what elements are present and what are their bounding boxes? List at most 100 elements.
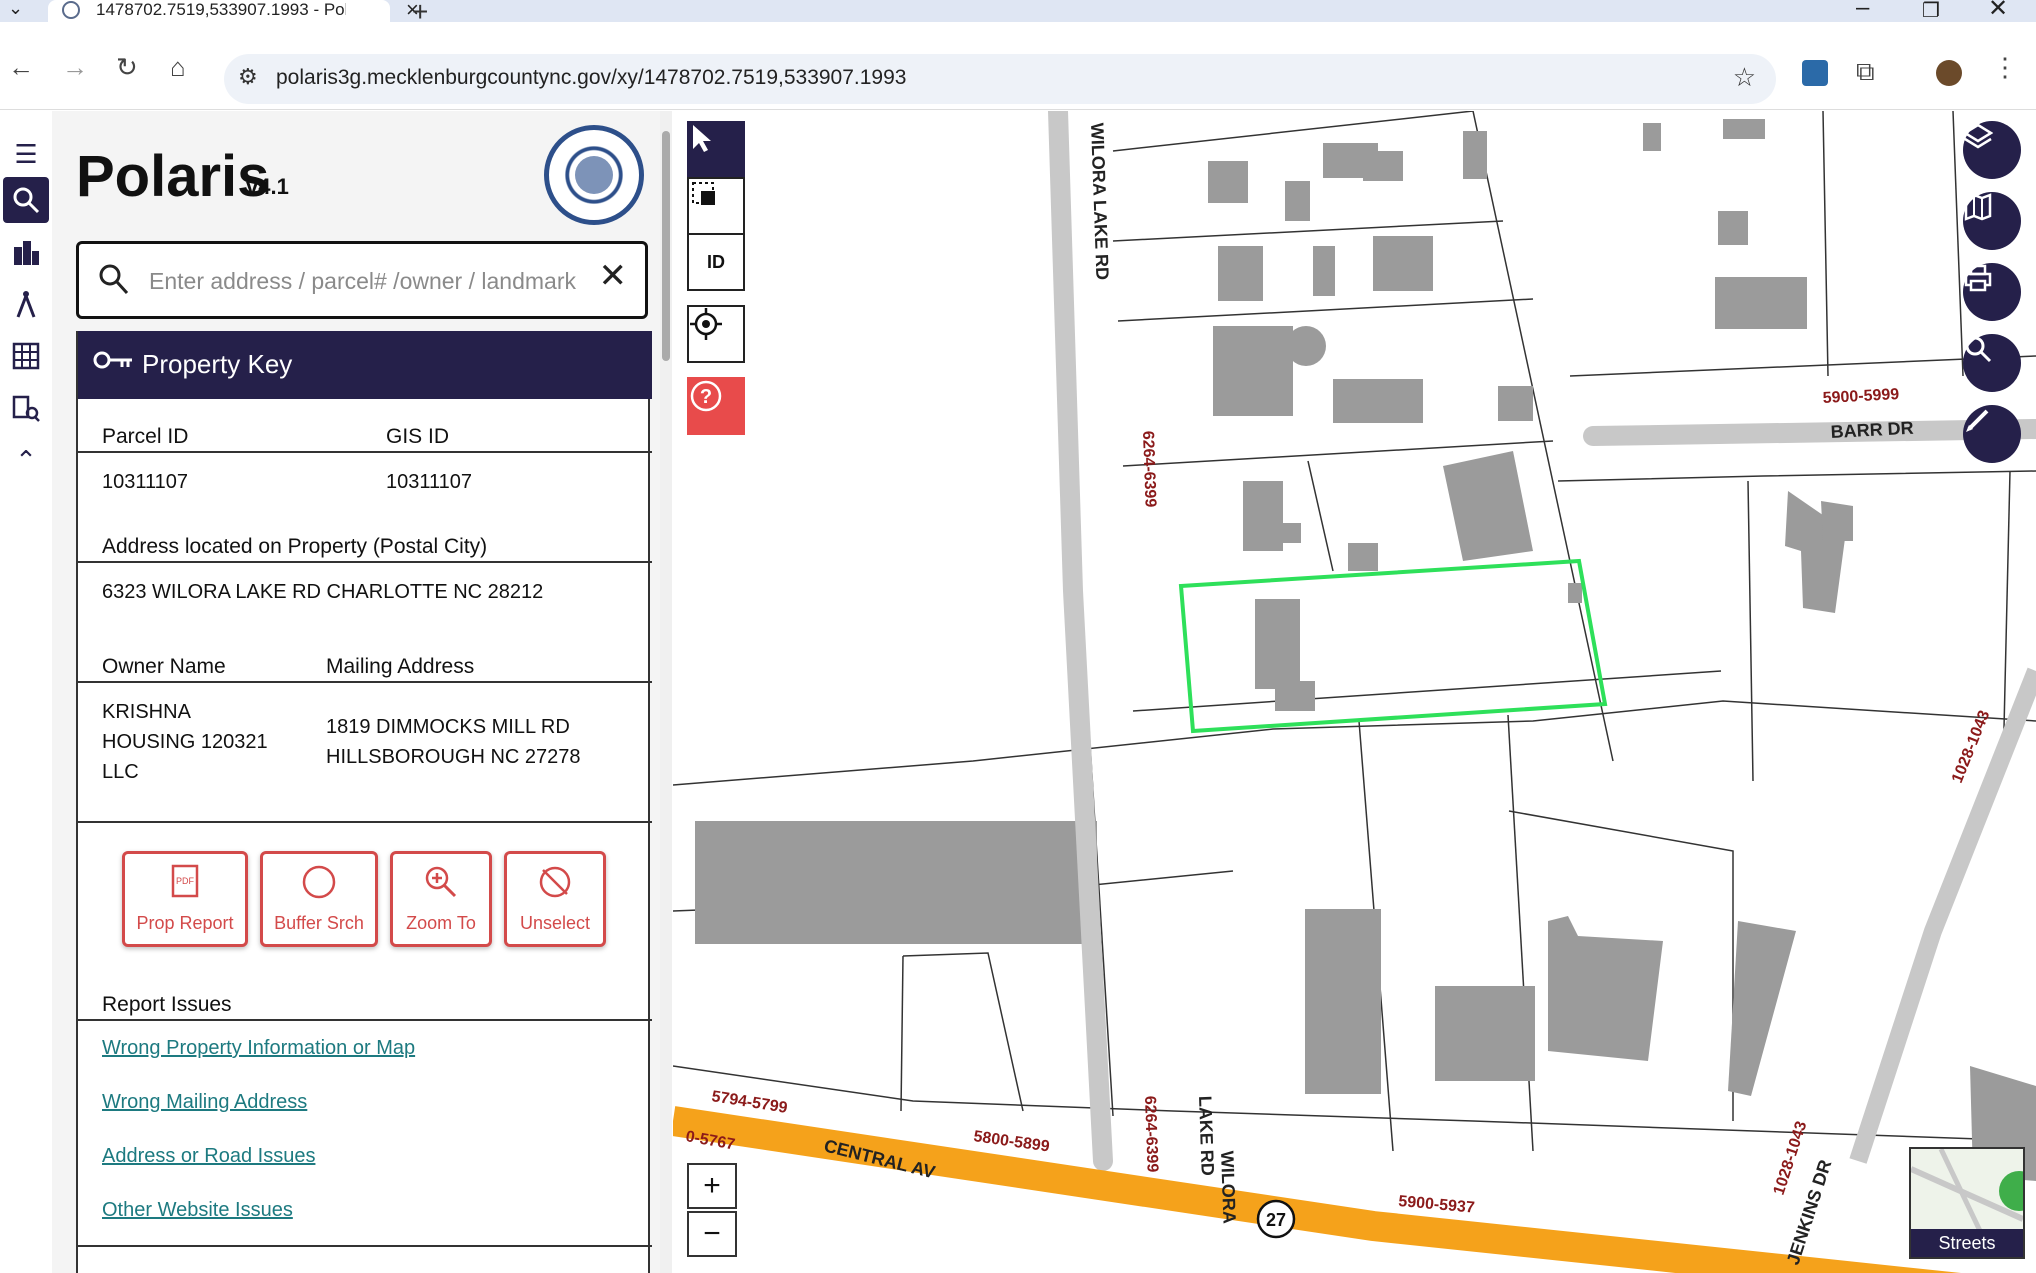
owner-name-value: KRISHNA HOUSING 120321 LLC — [102, 701, 268, 783]
zoom-to-button[interactable]: Zoom To — [390, 851, 492, 947]
forward-arrow-icon[interactable]: → — [62, 52, 88, 83]
url-text[interactable]: polaris3g.mecklenburgcountync.gov/xy/147… — [276, 66, 906, 90]
address-bar[interactable]: ⚙ polaris3g.mecklenburgcountync.gov/xy/1… — [224, 54, 1776, 104]
search-box: ✕ — [76, 241, 648, 319]
property-card: Property Key Parcel ID GIS ID 10311107 1… — [76, 331, 652, 1273]
browser-tab[interactable]: 1478702.7519,533907.1993 - Pola × — [48, 0, 419, 22]
unselect-icon — [507, 864, 603, 909]
profile-avatar[interactable] — [1936, 60, 1962, 86]
search-icon — [97, 262, 129, 304]
app-title: Polaris — [76, 144, 270, 209]
svg-text:PDF: PDF — [176, 876, 195, 886]
svg-text:?: ? — [700, 386, 712, 408]
zoom-out-button[interactable]: − — [687, 1211, 737, 1257]
gis-id-label: GIS ID — [386, 425, 450, 448]
circle-icon — [263, 864, 375, 909]
reload-icon[interactable]: ↻ — [116, 52, 138, 83]
panel-scrollbar[interactable] — [660, 111, 672, 1273]
app-version: v4.1 — [246, 174, 289, 199]
layers-icon[interactable] — [1963, 121, 2021, 179]
property-panel: Polaris v4.1 ✕ Property Key Parcel ID GI… — [52, 111, 662, 1273]
map-drawing: WILORA LAKE RD 6264-6399 6264-6399 WILOR… — [673, 111, 2036, 1273]
clear-search-icon[interactable]: ✕ — [599, 256, 628, 296]
prop-report-button[interactable]: PDF Prop Report — [122, 851, 248, 947]
address-road-issues-link[interactable]: Address or Road Issues — [102, 1145, 315, 1168]
report-issues-heading: Report Issues — [102, 993, 232, 1016]
bookmark-star-icon[interactable]: ☆ — [1733, 62, 1756, 93]
draw-pencil-icon[interactable] — [1963, 405, 2021, 463]
address-label: Address located on Property (Postal City… — [102, 535, 488, 558]
property-key-title: Property Key — [142, 349, 293, 379]
wilora-label-bottom: WILORA — [1217, 1150, 1240, 1224]
divider — [78, 451, 652, 453]
mailing-address-value: 1819 DIMMOCKS MILL RD HILLSBOROUGH NC 27… — [326, 716, 581, 768]
map-canvas[interactable]: WILORA LAKE RD 6264-6399 6264-6399 WILOR… — [673, 111, 2036, 1273]
extensions-puzzle-icon[interactable]: ⧉ — [1856, 56, 1875, 88]
address-range-label: 1028-1043 — [1771, 1119, 1811, 1197]
address-value: 6323 WILORA LAKE RD CHARLOTTE NC 28212 — [102, 581, 544, 603]
search-map-icon[interactable] — [1963, 334, 2021, 392]
address-range-label: 5800-5899 — [972, 1128, 1050, 1155]
parcel-id-value: 10311107 — [102, 471, 189, 493]
key-icon — [92, 347, 134, 380]
buffer-search-button[interactable]: Buffer Srch — [260, 851, 378, 947]
zoom-in-icon — [393, 864, 489, 909]
buildings-icon[interactable] — [3, 229, 49, 275]
address-range-label: 5794-5799 — [710, 1088, 788, 1117]
data-search-icon[interactable] — [3, 385, 49, 431]
basemap-label: Streets — [1911, 1229, 2023, 1257]
route-27-label: 27 — [1266, 1210, 1286, 1230]
address-range-label: 5900-5999 — [1822, 386, 1899, 407]
tool-rail: ☰ ⌃ — [0, 111, 52, 1273]
minimize-icon[interactable]: – — [1856, 0, 1869, 22]
locate-me-tool[interactable] — [687, 305, 745, 363]
table-grid-icon[interactable] — [3, 333, 49, 379]
help-button[interactable]: ? — [687, 377, 745, 435]
search-tool-icon[interactable] — [3, 177, 49, 223]
pdf-icon: PDF — [125, 864, 245, 909]
window-close-icon[interactable]: ✕ — [1988, 0, 2008, 23]
home-icon[interactable]: ⌂ — [170, 52, 186, 83]
unselect-button[interactable]: Unselect — [504, 851, 606, 947]
print-icon[interactable] — [1963, 263, 2021, 321]
other-website-issues-link[interactable]: Other Website Issues — [102, 1199, 293, 1222]
search-input[interactable] — [149, 262, 579, 300]
county-seal-logo — [544, 125, 644, 225]
identify-tool[interactable]: ID — [687, 233, 745, 291]
property-key-header: Property Key — [78, 331, 652, 399]
measure-compass-icon[interactable] — [3, 281, 49, 327]
basemap-map-icon[interactable] — [1963, 192, 2021, 250]
wilora-lake-rd-label: WILORA LAKE RD — [1087, 122, 1112, 280]
lake-rd-label-bottom: LAKE RD — [1195, 1095, 1218, 1176]
divider — [78, 561, 652, 563]
address-range-label: 6264-6399 — [1139, 431, 1159, 508]
select-pointer-tool[interactable] — [687, 121, 745, 179]
divider — [78, 821, 652, 823]
zoom-in-button[interactable]: + — [687, 1163, 737, 1209]
basemap-toggle[interactable]: Streets — [1909, 1147, 2025, 1259]
parcel-id-label: Parcel ID — [102, 425, 189, 448]
tab-search-chevron-icon[interactable]: ⌄ — [8, 0, 23, 19]
wrong-mailing-address-link[interactable]: Wrong Mailing Address — [102, 1091, 307, 1114]
box-select-tool[interactable] — [687, 177, 745, 235]
gis-id-value: 10311107 — [386, 471, 473, 493]
browser-menu-icon[interactable]: ⋮ — [1992, 52, 2018, 83]
browser-toolbar: ← → ↻ ⌂ ⚙ polaris3g.mecklenburgcountync.… — [0, 22, 2036, 110]
site-info-icon[interactable]: ⚙ — [238, 64, 258, 90]
wrong-property-info-link[interactable]: Wrong Property Information or Map — [102, 1037, 415, 1060]
basemap-thumbnail — [1911, 1149, 2023, 1233]
restore-icon[interactable]: ❐ — [1922, 0, 1940, 23]
divider — [78, 681, 652, 683]
selected-parcel-outline — [1178, 558, 1608, 734]
chevron-up-icon[interactable]: ⌃ — [3, 437, 49, 483]
site-favicon-icon — [62, 1, 80, 19]
divider — [78, 1245, 652, 1247]
owner-name-label: Owner Name — [102, 655, 226, 678]
back-arrow-icon[interactable]: ← — [8, 52, 34, 83]
tab-title: 1478702.7519,533907.1993 - Pola — [96, 0, 346, 19]
address-range-label: 6264-6399 — [1141, 1096, 1161, 1173]
extension-icon[interactable] — [1802, 60, 1828, 86]
divider — [78, 1019, 652, 1021]
hamburger-menu-icon[interactable]: ☰ — [3, 131, 49, 177]
mailing-address-label: Mailing Address — [326, 655, 475, 678]
